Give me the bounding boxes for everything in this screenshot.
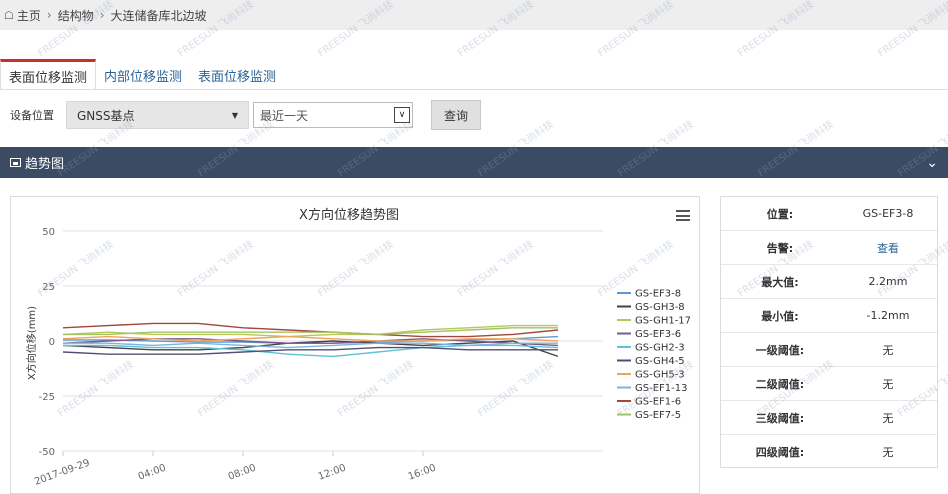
tab-surface-displacement[interactable]: 表面位移监测 <box>0 59 97 90</box>
breadcrumb-separator-icon: › <box>99 8 105 22</box>
info-row-min: 最小值: -1.2mm <box>721 299 937 333</box>
legend-item: GS-GH5-3 <box>635 370 685 381</box>
legend-item: GS-GH1-17 <box>635 316 691 327</box>
y-tick-label: 50 <box>42 227 55 238</box>
legend-item: GS-EF3-8 <box>635 289 681 300</box>
x-tick-label: 12:00 <box>317 463 348 483</box>
info-key: 最小值: <box>761 309 799 323</box>
x-tick-label: 04:00 <box>137 463 168 483</box>
breadcrumb-level2: 大连储备库北边坡 <box>110 8 207 23</box>
breadcrumb-separator-icon: › <box>46 8 52 22</box>
chart-icon <box>10 158 21 167</box>
y-tick-label: 0 <box>49 337 55 348</box>
view-alarm-link[interactable]: 查看 <box>839 240 937 256</box>
caret-down-icon: ▼ <box>231 110 238 120</box>
info-key: 三级阈值: <box>755 411 805 425</box>
legend-item: GS-GH3-8 <box>635 302 685 313</box>
info-value: 无 <box>882 446 894 459</box>
info-key: 四级阈值: <box>755 446 805 459</box>
sensor-info-table: 位置: GS-EF3-8 告警: 查看 最大值: 2.2mm 最小值: -1.2… <box>720 196 938 468</box>
legend-item: GS-EF3-6 <box>635 329 681 340</box>
x-tick-label: 08:00 <box>227 463 258 483</box>
chart-title: X方向位移趋势图 <box>299 207 399 223</box>
info-value: GS-EF3-8 <box>862 207 914 220</box>
query-button[interactable]: 查询 <box>431 100 481 130</box>
y-tick-label: -25 <box>39 392 55 403</box>
device-select[interactable]: GNSS基点 ▼ <box>66 101 249 129</box>
info-value: 无 <box>882 411 894 425</box>
trend-chart: X方向位移趋势图 X方向位移(mm) 50 25 0 -25 -50 2017-09-29… <box>10 196 700 494</box>
x-tick-label: 2017-09-29 <box>33 458 91 488</box>
device-select-value: GNSS基点 <box>77 108 135 123</box>
info-key: 告警: <box>766 241 794 255</box>
tab-internal-displacement[interactable]: 内部位移监测 <box>96 60 190 90</box>
info-row-threshold-2: 二级阈值: 无 <box>721 367 937 401</box>
tabs-divider <box>0 89 948 90</box>
info-value: 无 <box>882 343 894 357</box>
monitor-tabs: 表面位移监测 内部位移监测 表面位移监测 <box>0 59 284 90</box>
legend-item: GS-GH4-5 <box>635 356 685 367</box>
info-row-threshold-1: 一级阈值: 无 <box>721 333 937 367</box>
info-key: 一级阈值: <box>755 343 805 357</box>
x-tick-label: 16:00 <box>407 463 438 483</box>
info-key: 二级阈值: <box>755 377 805 391</box>
chart-menu-icon[interactable] <box>676 210 690 221</box>
y-tick-label: 25 <box>42 282 55 293</box>
time-range-select[interactable]: 最近一天 ∨ <box>253 102 413 128</box>
y-tick-label: -50 <box>39 447 55 458</box>
breadcrumb-home[interactable]: 主页 <box>17 7 41 24</box>
home-icon: ☖ <box>4 8 14 22</box>
trend-chart-svg: X方向位移趋势图 X方向位移(mm) 50 25 0 -25 -502017-09-29… <box>25 207 691 488</box>
y-axis-label: X方向位移(mm) <box>25 306 38 380</box>
filter-bar: 设备位置 GNSS基点 ▼ 最近一天 ∨ 查询 <box>0 100 481 130</box>
info-row-max: 最大值: 2.2mm <box>721 265 937 299</box>
info-key: 最大值: <box>761 275 799 289</box>
info-value: -1.2mm <box>866 309 910 322</box>
legend-item: GS-EF7-5 <box>635 410 681 421</box>
tab-surface-displacement-2[interactable]: 表面位移监测 <box>190 60 284 90</box>
info-row-location: 位置: GS-EF3-8 <box>721 197 937 231</box>
trend-panel-header[interactable]: 趋势图 ⌄ <box>0 147 948 178</box>
info-key: 位置: <box>766 207 794 221</box>
collapse-chevron-icon[interactable]: ⌄ <box>926 155 938 171</box>
chevron-down-icon: ∨ <box>394 107 410 123</box>
breadcrumb: ☖ 主页 › 结构物 › 大连储备库北边坡 <box>0 0 948 30</box>
device-label: 设备位置 <box>10 109 54 122</box>
series-line-GS-EF1-6 <box>62 322 559 338</box>
legend-item: GS-EF1-6 <box>635 397 681 408</box>
info-value: 无 <box>882 377 894 391</box>
panel-title: 趋势图 <box>25 157 65 172</box>
info-value: 2.2mm <box>868 275 908 288</box>
time-range-value: 最近一天 <box>260 108 309 123</box>
info-row-threshold-3: 三级阈值: 无 <box>721 401 937 435</box>
legend-item: GS-GH2-3 <box>635 343 685 354</box>
info-row-threshold-4: 四级阈值: 无 <box>721 435 937 469</box>
info-row-alarm: 告警: 查看 <box>721 231 937 265</box>
breadcrumb-level1[interactable]: 结构物 <box>58 7 94 24</box>
legend-item: GS-EF1-13 <box>635 383 687 394</box>
